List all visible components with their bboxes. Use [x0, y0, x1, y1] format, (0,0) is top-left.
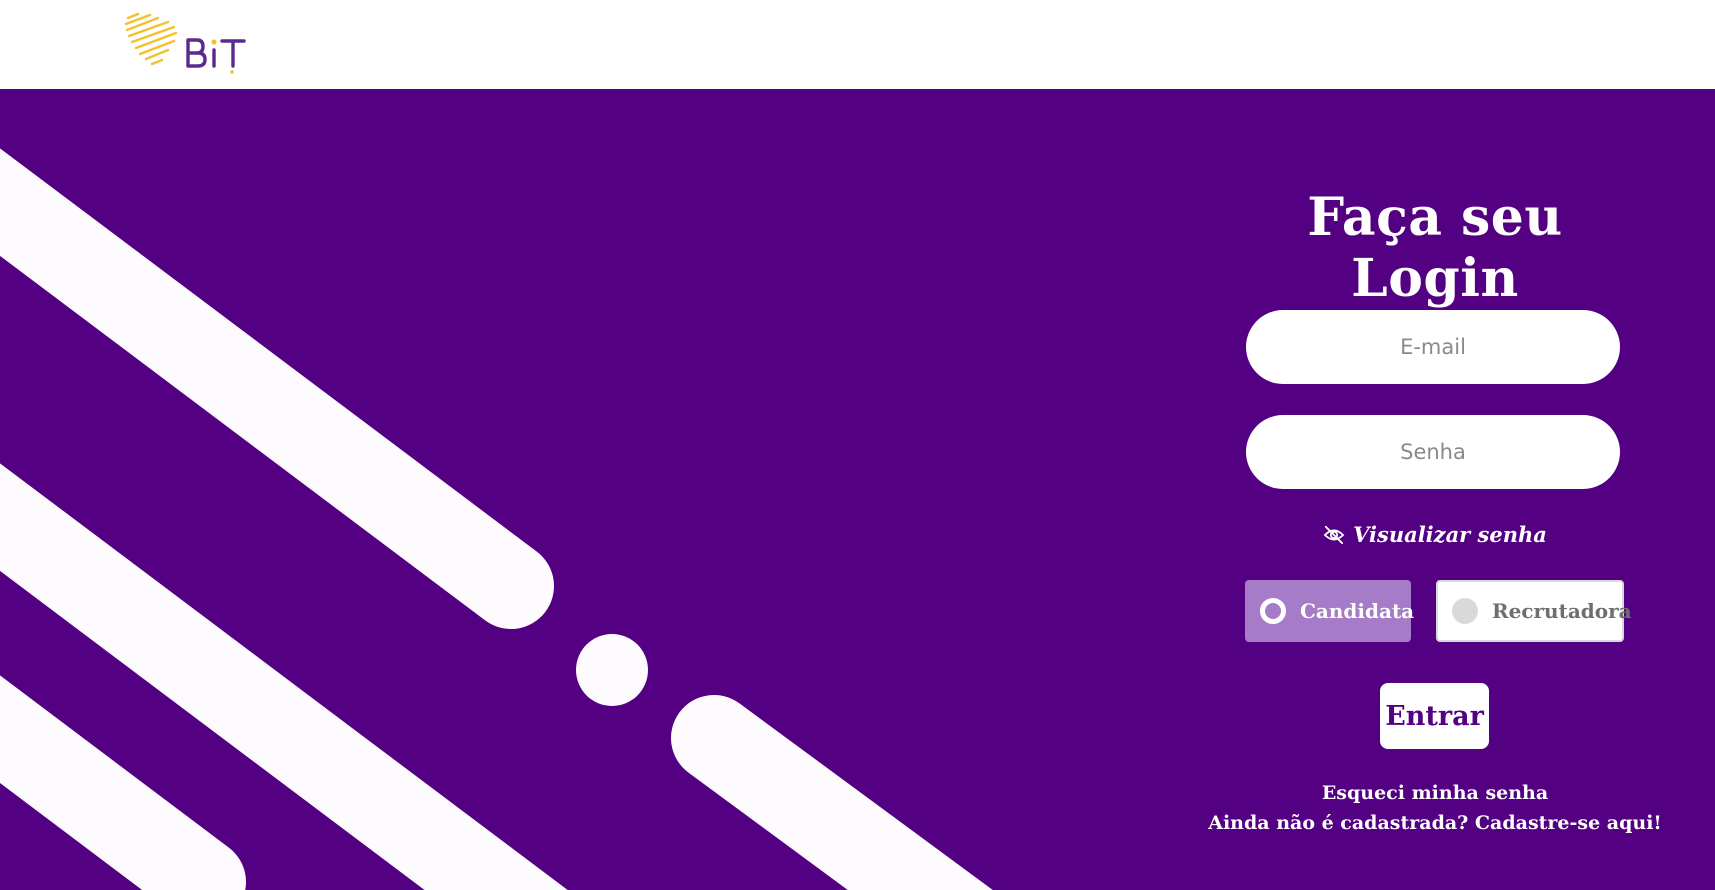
- role-option-candidata[interactable]: Candidata: [1245, 580, 1415, 642]
- role-label-candidata: Candidata: [1300, 599, 1415, 623]
- role-option-recrutadora[interactable]: Recrutadora: [1436, 580, 1632, 642]
- email-input[interactable]: [1246, 310, 1620, 384]
- show-password-label: Visualizar senha: [1353, 522, 1547, 547]
- show-password-toggle[interactable]: Visualizar senha: [1220, 522, 1650, 547]
- bit-wordmark: [186, 38, 246, 68]
- bit-logo[interactable]: [124, 12, 256, 74]
- brazil-map-icon: [124, 12, 178, 66]
- password-input[interactable]: [1246, 415, 1620, 489]
- login-panel: Faça seu Login Visualizar senha Candidat…: [1208, 89, 1662, 890]
- login-button[interactable]: Entrar: [1380, 683, 1489, 749]
- radio-unselected-icon: [1452, 598, 1478, 624]
- eye-slash-icon: [1323, 525, 1345, 544]
- forgot-password-link[interactable]: Esqueci minha senha: [1200, 782, 1670, 804]
- signup-link[interactable]: Ainda não é cadastrada? Cadastre-se aqui…: [1200, 812, 1670, 834]
- top-bar: [0, 0, 1715, 89]
- page-title: Faça seu Login: [1307, 187, 1563, 309]
- radio-selected-icon: [1260, 598, 1286, 624]
- role-label-recrutadora: Recrutadora: [1492, 599, 1632, 623]
